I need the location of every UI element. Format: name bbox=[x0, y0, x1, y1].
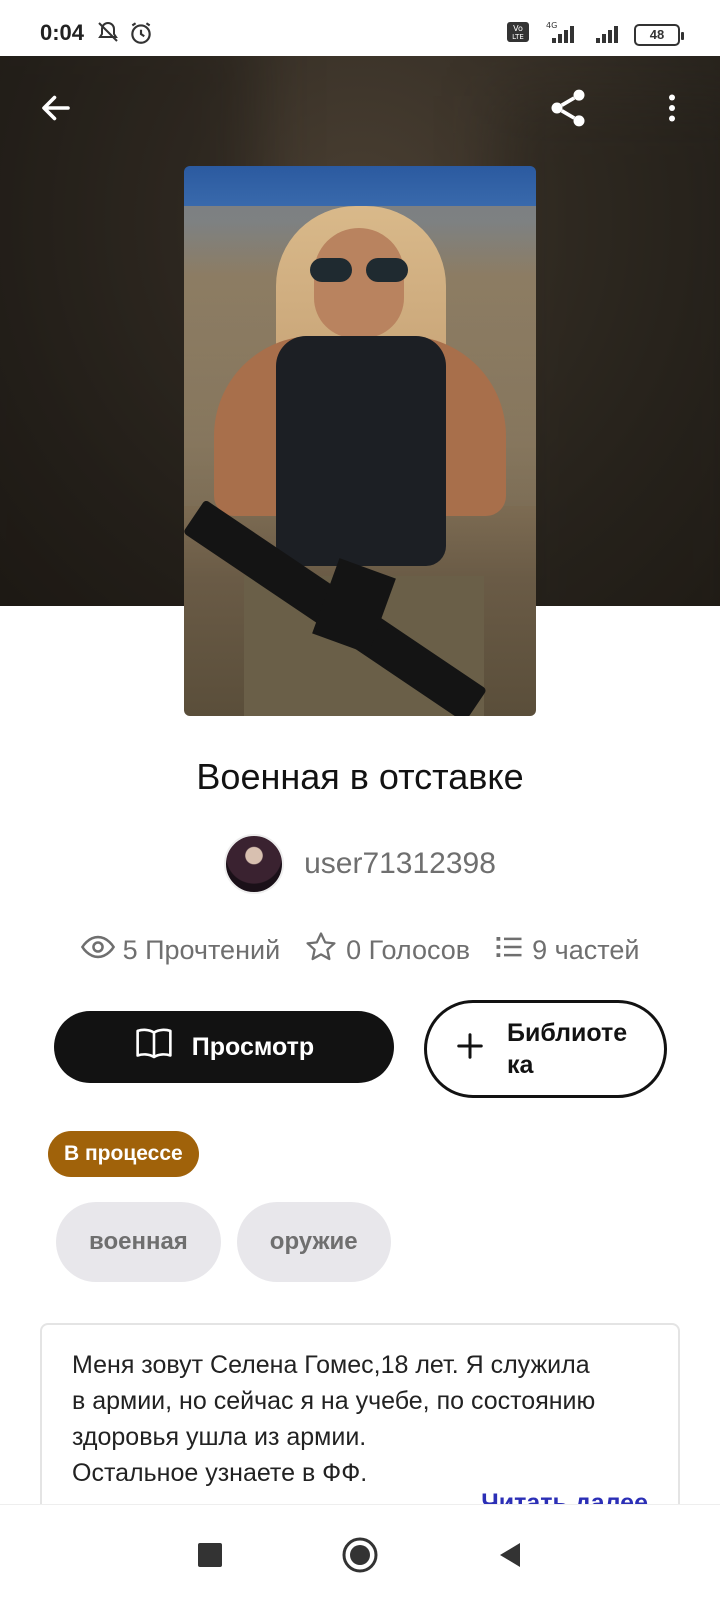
description-line: в армии, но сейчас я на учебе, по состоя… bbox=[72, 1387, 596, 1415]
book-open-icon bbox=[134, 1026, 174, 1069]
description-line: здоровья ушла из армии. bbox=[72, 1423, 367, 1451]
signal-4g-icon: 4G bbox=[542, 20, 582, 49]
share-icon bbox=[546, 86, 590, 135]
share-button[interactable] bbox=[544, 86, 592, 134]
eye-icon bbox=[80, 930, 115, 971]
stat-votes: 0 Голосов bbox=[304, 930, 470, 971]
svg-text:4G: 4G bbox=[546, 21, 557, 30]
story-stats: 5 Прочтений 0 Голосов 9 частей bbox=[0, 930, 720, 971]
read-button-label: Просмотр bbox=[191, 1032, 315, 1061]
stat-reads: 5 Прочтений bbox=[80, 930, 281, 971]
status-bar: 0:04 Vo LTE 4G 48 bbox=[0, 0, 720, 56]
more-vertical-icon bbox=[654, 90, 690, 131]
more-options-button[interactable] bbox=[648, 86, 696, 134]
author-name[interactable]: user71312398 bbox=[304, 847, 496, 881]
stat-parts: 9 частей bbox=[494, 932, 639, 969]
bell-muted-icon bbox=[96, 20, 120, 49]
library-button-label: Библиотека bbox=[507, 1019, 628, 1079]
home-button[interactable] bbox=[340, 1535, 380, 1575]
star-icon bbox=[304, 930, 338, 971]
recent-apps-button[interactable] bbox=[190, 1535, 230, 1575]
story-cover-image[interactable] bbox=[184, 166, 536, 716]
signal-icon bbox=[594, 20, 622, 49]
story-title: Военная в отставке bbox=[196, 756, 524, 797]
reads-count: 5 Прочтений bbox=[122, 935, 281, 965]
description-line: Меня зовут Селена Гомес,18 лет. Я служил… bbox=[72, 1351, 590, 1379]
alarm-icon bbox=[128, 20, 154, 51]
battery-indicator: 48 bbox=[634, 23, 684, 46]
arrow-left-icon bbox=[38, 90, 74, 131]
read-button[interactable]: Просмотр bbox=[54, 1011, 394, 1083]
votes-count: 0 Голосов bbox=[346, 935, 471, 965]
status-time: 0:04 bbox=[40, 20, 85, 45]
list-icon bbox=[494, 932, 524, 969]
author-avatar[interactable] bbox=[224, 834, 285, 894]
system-navigation-bar bbox=[0, 1504, 720, 1600]
tag-chip[interactable]: оружие bbox=[236, 1202, 391, 1282]
tag-list: военная оружие bbox=[56, 1202, 391, 1282]
story-description: Меня зовут Селена Гомес,18 лет. Я служил… bbox=[40, 1323, 680, 1523]
status-right-icons: Vo LTE 4G 48 bbox=[506, 20, 684, 49]
back-nav-button[interactable] bbox=[490, 1535, 530, 1575]
tag-chip[interactable]: военная bbox=[56, 1202, 221, 1282]
author-row[interactable]: user71312398 bbox=[0, 834, 720, 894]
back-button[interactable] bbox=[32, 86, 80, 134]
plus-icon bbox=[455, 1031, 485, 1068]
parts-count: 9 частей bbox=[532, 935, 640, 965]
svg-text:LTE: LTE bbox=[512, 33, 524, 41]
story-status-badge: В процессе bbox=[48, 1131, 199, 1177]
svg-text:Vo: Vo bbox=[513, 24, 523, 33]
add-to-library-button[interactable]: Библиотека bbox=[424, 1000, 667, 1098]
volte-icon: Vo LTE bbox=[506, 20, 530, 49]
